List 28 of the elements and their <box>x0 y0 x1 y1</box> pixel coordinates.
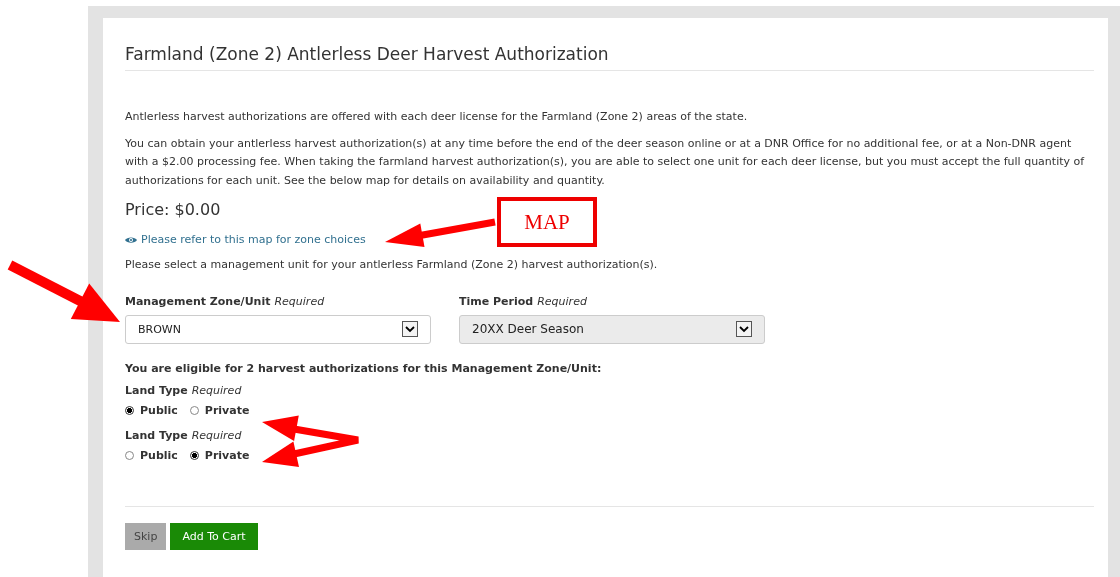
radio-button[interactable] <box>189 450 199 460</box>
eligibility-text: You are eligible for 2 harvest authorizations for this Management Zone/Unit: <box>125 360 603 377</box>
caret-icon <box>402 321 418 337</box>
radio-option[interactable]: Private <box>189 403 250 417</box>
radio-option[interactable]: Public <box>125 448 178 462</box>
required-hint: Required <box>537 293 587 310</box>
radio-option[interactable]: Private <box>189 448 250 462</box>
required-hint: Required <box>191 382 242 399</box>
eye-icon <box>125 236 137 244</box>
required-hint: Required <box>274 293 325 310</box>
field-label: Time Period <box>459 293 534 310</box>
price-text: Price: $0.00 <box>125 200 222 219</box>
field-label: Land Type <box>125 427 188 444</box>
instruction-text: Please select a management unit for your antlerless Farmland (Zone 2) harvest authorization(s). <box>125 257 659 273</box>
page-title: Farmland (Zone 2) Antlerless Deer Harvest Authorization <box>125 44 1094 71</box>
required-hint: Required <box>191 427 242 444</box>
radio-option[interactable]: Public <box>125 403 178 417</box>
caret-icon <box>736 321 752 337</box>
dropdown[interactable]: BROWN <box>125 314 431 344</box>
description-text: Antlerless harvest authorizations are offered with each deer license for the Farmland (Zone 2) areas of the state. <box>125 109 749 125</box>
radio-button[interactable] <box>125 405 134 415</box>
field-label: Management Zone/Unit <box>125 293 271 310</box>
skip-button[interactable]: Skip <box>125 522 167 550</box>
map-annotation-label: MAP <box>497 197 597 247</box>
map-link[interactable]: Please refer to this map for zone choices <box>125 230 366 250</box>
field-label: Land Type <box>125 382 188 399</box>
add-to-cart-button[interactable]: Add To Cart <box>170 522 258 550</box>
description-text: You can obtain your antlerless harvest authorization(s) at any time before the end of the deer season online or at a DNR Office for no additional fee, or at a Non-DNR agent with a $2.00 processing fee. When taking the farmland harvest authorization(s), you are able to select one unit for each deer license, but you must accept the full quantity of authorizations for each unit. See the below map for details on availability and quantity. <box>125 135 1086 189</box>
